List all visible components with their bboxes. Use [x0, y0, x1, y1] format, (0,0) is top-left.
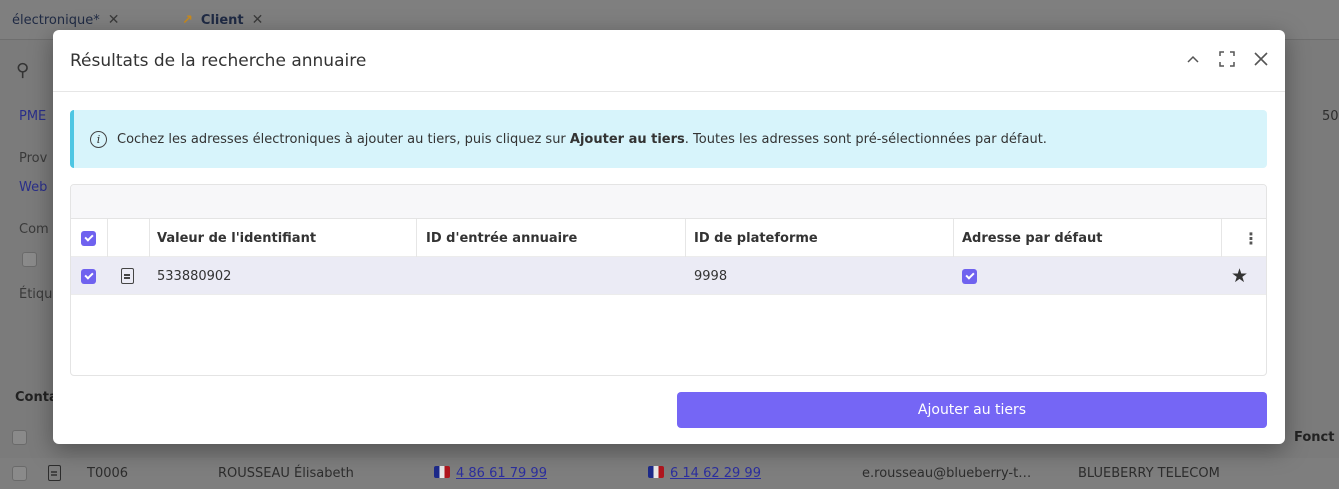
default-address-checkbox[interactable] — [962, 257, 977, 295]
tab-electronique[interactable]: électronique* ✕ — [12, 12, 119, 28]
tab-client[interactable]: ↗ Client ✕ — [182, 12, 263, 28]
paperclip-icon[interactable]: ⚲ — [16, 60, 29, 81]
info-banner: i Cochez les adresses électroniques à aj… — [70, 110, 1267, 168]
phone-link[interactable]: 6 14 62 29 99 — [670, 466, 761, 481]
results-grid: Valeur de l'identifiant ID d'entrée annu… — [70, 184, 1267, 376]
grid-toolbar — [71, 185, 1266, 219]
contact-company: BLUEBERRY TELECOM — [1078, 466, 1220, 481]
collapse-icon[interactable] — [1183, 48, 1203, 70]
column-header-default-address[interactable]: Adresse par défaut — [962, 219, 1102, 257]
bg-text-com: Com — [19, 222, 49, 237]
close-icon[interactable]: ✕ — [252, 12, 264, 28]
contact-phone-1[interactable]: 4 86 61 79 99 — [434, 466, 547, 481]
bg-text-etiqu: Étiqu — [19, 287, 53, 302]
column-header-identifier[interactable]: Valeur de l'identifiant — [157, 219, 316, 257]
tab-label: électronique* — [12, 13, 100, 28]
bg-header-checkbox[interactable] — [12, 430, 27, 445]
bg-header-fonction: Fonct — [1294, 430, 1335, 445]
fullscreen-icon[interactable] — [1217, 48, 1237, 70]
bg-text-right: 50 — [1322, 109, 1339, 124]
trend-icon: ↗ — [182, 13, 193, 28]
column-header-entry-id[interactable]: ID d'entrée annuaire — [426, 219, 577, 257]
bg-text-prov: Prov — [19, 151, 48, 166]
row-checkbox[interactable] — [81, 257, 96, 295]
bg-section-contacts: Conta — [15, 390, 58, 405]
column-header-platform-id[interactable]: ID de plateforme — [694, 219, 818, 257]
contact-phone-2[interactable]: 6 14 62 29 99 — [648, 466, 761, 481]
bg-text-web: Web — [19, 180, 48, 195]
tab-label: Client — [200, 13, 244, 28]
cell-identifier: 533880902 — [157, 268, 232, 284]
contact-name: ROUSSEAU Élisabeth — [218, 466, 354, 481]
directory-results-modal: Résultats de la recherche annuaire i Coc… — [53, 30, 1285, 444]
close-icon[interactable] — [1251, 48, 1271, 70]
select-all-checkbox[interactable] — [81, 219, 96, 257]
grid-header-row: Valeur de l'identifiant ID d'entrée annu… — [71, 219, 1266, 257]
add-to-tiers-button[interactable]: Ajouter au tiers — [677, 392, 1267, 428]
document-icon[interactable] — [48, 465, 61, 481]
info-text-before: Cochez les adresses électroniques à ajou… — [117, 131, 570, 147]
info-text-bold: Ajouter au tiers — [569, 131, 685, 147]
info-text: Cochez les adresses électroniques à ajou… — [117, 132, 1047, 147]
close-icon[interactable]: ✕ — [108, 12, 120, 28]
row-checkbox[interactable] — [12, 466, 27, 481]
info-icon: i — [90, 130, 107, 148]
column-menu-icon[interactable]: ⋮ — [1243, 219, 1259, 257]
info-text-after: . Toutes les adresses sont pré-sélection… — [684, 131, 1047, 147]
cell-platform-id: 9998 — [694, 268, 728, 284]
contact-code: T0006 — [87, 466, 129, 481]
phone-link[interactable]: 4 86 61 79 99 — [456, 466, 547, 481]
modal-header-actions — [1183, 48, 1271, 70]
modal-header: Résultats de la recherche annuaire — [53, 30, 1285, 92]
bg-checkbox[interactable] — [22, 252, 37, 267]
france-flag-icon — [434, 466, 450, 478]
star-icon[interactable]: ★ — [1231, 257, 1248, 295]
bg-text-pme: PME — [19, 109, 47, 124]
contact-email[interactable]: e.rousseau@blueberry-t… — [862, 466, 1031, 481]
table-row[interactable]: 533880902 9998 ★ — [71, 257, 1266, 295]
document-icon[interactable] — [121, 257, 134, 295]
contact-row[interactable]: T0006 ROUSSEAU Élisabeth 4 86 61 79 99 6… — [0, 458, 1339, 489]
modal-title: Résultats de la recherche annuaire — [70, 51, 367, 71]
france-flag-icon — [648, 466, 664, 478]
